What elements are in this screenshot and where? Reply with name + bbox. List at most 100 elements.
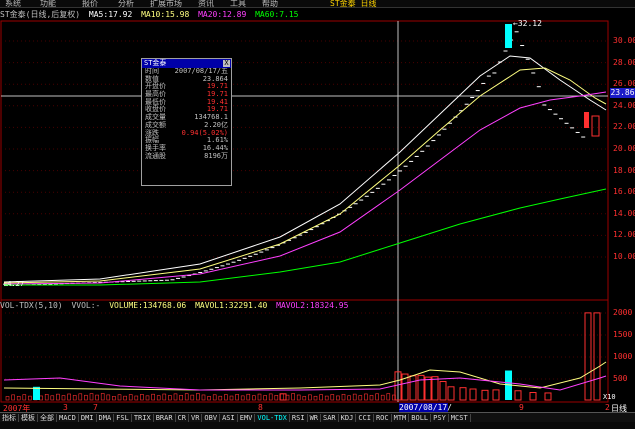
volume-bar — [469, 388, 477, 401]
volume-bar — [364, 393, 368, 401]
price-axis-tick: 26.00 — [613, 79, 635, 89]
price-axis-tick: 28.00 — [613, 57, 635, 67]
info-row-value: 8196万 — [204, 151, 228, 160]
ma10-line — [3, 67, 607, 284]
indicator-tab[interactable]: OBV — [202, 414, 221, 422]
volume-bar — [279, 393, 287, 401]
indicator-tab[interactable]: TRIX — [132, 414, 154, 422]
volume-bar — [459, 387, 467, 401]
x-label-m7: 7 — [93, 403, 98, 412]
volume-bar — [447, 386, 455, 401]
volume-bar — [173, 393, 178, 401]
low-price-label: ←4.27 — [3, 280, 25, 288]
indicator-tab[interactable]: BRAR — [154, 414, 176, 422]
indicator-tab[interactable]: SAR — [321, 414, 339, 422]
indicator-tab[interactable]: PSY — [431, 414, 449, 422]
volume-bar — [439, 381, 447, 401]
volume-bar — [84, 394, 88, 401]
indicator-tab[interactable]: VOL-TDX — [255, 414, 290, 422]
ma20-line — [3, 91, 607, 285]
volume-bar — [257, 393, 262, 401]
price-axis-tick: 30.00 — [613, 36, 635, 45]
kline-chart[interactable] — [0, 0, 635, 429]
volume-bar — [424, 376, 432, 401]
volume-bar — [380, 394, 385, 401]
volume-bar — [112, 396, 116, 401]
volume-bar — [358, 395, 363, 401]
volume-bar — [369, 395, 374, 401]
mavol1-value: MAVOL1:32291.40 — [195, 301, 268, 310]
volume-bar — [201, 394, 206, 401]
volume-bar — [584, 312, 592, 401]
volume-bar — [61, 395, 66, 401]
volume-bar — [162, 393, 167, 401]
indicator-tab[interactable]: MCST — [449, 414, 471, 422]
price-axis-tick: 14.00 — [613, 208, 635, 218]
volume-bar — [313, 395, 318, 401]
price-axis-tick: 20.00 — [613, 144, 635, 153]
indicator-tab[interactable]: CR — [176, 414, 189, 422]
current-price-tag: 23.86 — [610, 88, 635, 98]
indicator-tab[interactable]: BOLL — [409, 414, 432, 422]
status-bar — [0, 422, 635, 429]
ma5-line — [3, 55, 607, 283]
volume-bar — [330, 394, 335, 401]
volume-bar — [28, 395, 32, 401]
indicator-tab[interactable]: CCI — [356, 414, 374, 422]
volume-unit-label: X10 — [603, 393, 616, 401]
volume-bar — [128, 394, 133, 401]
volume-bar — [89, 393, 94, 401]
volume-axis-tick: 1000 — [613, 352, 633, 361]
selected-date-label: 2007/08/17/五 — [399, 403, 452, 421]
volume-bar — [268, 393, 273, 401]
volume-axis-tick: 2000 — [613, 308, 633, 317]
indicator-tab[interactable]: ROC — [374, 414, 392, 422]
volume-bar — [291, 393, 295, 401]
volume-bar — [246, 393, 251, 401]
price-axis-tick: 24.00 — [613, 100, 635, 110]
indicator-tab[interactable]: KDJ — [339, 414, 357, 422]
indicator-tab[interactable]: 全部 — [38, 414, 57, 422]
indicator-tab[interactable]: VR — [189, 414, 203, 422]
volume-bar — [145, 395, 150, 401]
volume-bar — [56, 393, 60, 401]
indicator-tab[interactable]: FSL — [114, 414, 132, 422]
vvol-value: VVOL:- — [71, 301, 101, 310]
volume-bar — [11, 394, 15, 401]
volume-bar — [274, 395, 279, 401]
stock-info-popup[interactable]: ST金泰 X 时间 2007/08/17/五 数值 23.864 开盘价 19.71 最高价… — [141, 58, 232, 186]
indicator-tab[interactable]: EMV — [238, 414, 256, 422]
indicator-tab[interactable]: 模板 — [19, 414, 38, 422]
volume-bar — [280, 393, 284, 401]
indicator-tab-bar: 指标 模板 全部 MACD DMI DMA FSL TRIX BRAR CR VR OBV ASI EMV… — [0, 412, 635, 422]
volume-bar — [336, 395, 340, 401]
indicator-tab[interactable]: MACD — [57, 414, 79, 422]
volume-bar — [319, 394, 323, 401]
indicator-tab[interactable]: WR — [308, 414, 321, 422]
indicator-tab[interactable]: DMI — [79, 414, 97, 422]
volume-bar — [544, 392, 552, 401]
indicator-tab[interactable]: ASI — [220, 414, 238, 422]
volume-bar — [39, 395, 43, 401]
volume-bar — [100, 393, 105, 401]
indicator-tab[interactable]: RSI — [290, 414, 308, 422]
indicator-tab[interactable]: MTM — [392, 414, 410, 422]
close-icon[interactable]: X — [223, 60, 230, 67]
volume-bar — [151, 393, 155, 401]
x-label-m3: 3 — [63, 403, 68, 412]
indicator-tab[interactable]: DMA — [97, 414, 115, 422]
volume-bar — [168, 395, 172, 401]
indicator-tab[interactable]: 指标 — [0, 414, 19, 422]
volume-bar — [218, 395, 223, 401]
volume-bar — [72, 395, 77, 401]
price-axis-tick: 12.00 — [613, 230, 635, 240]
volume-value: VOLUME:134768.06 — [109, 301, 187, 310]
info-popup-title-bar[interactable]: ST金泰 X — [142, 59, 231, 68]
price-axis-tick: 16.00 — [613, 187, 635, 197]
volume-bar — [179, 394, 183, 401]
volume-axis-tick: 1500 — [613, 330, 633, 339]
price-panel-frame — [0, 20, 609, 301]
volume-bar — [352, 393, 357, 401]
x-label-m8: 8 — [258, 403, 263, 412]
volume-bar — [78, 393, 83, 401]
